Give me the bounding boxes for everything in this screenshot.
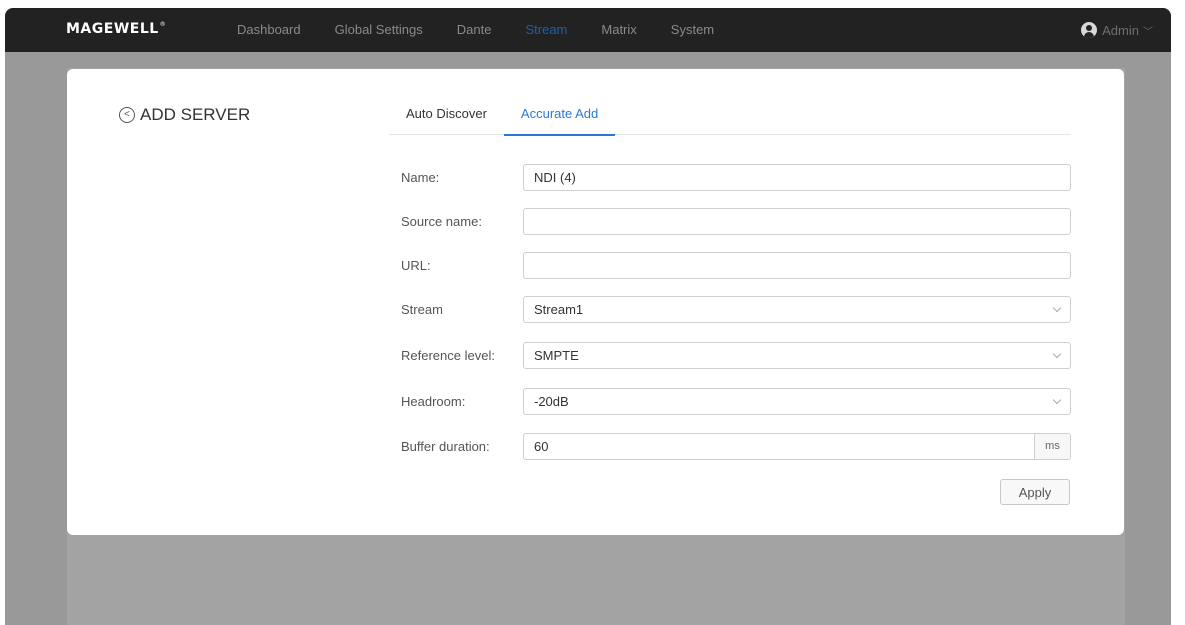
chevron-left-circle-icon: < — [119, 107, 135, 123]
nav-item-dante[interactable]: Dante — [457, 8, 492, 52]
user-icon — [1081, 22, 1098, 38]
headroom-label: Headroom: — [401, 393, 466, 409]
name-input[interactable] — [524, 164, 1070, 190]
buffer-duration-field-wrap: ms — [523, 432, 1071, 460]
nav-item-system[interactable]: System — [671, 8, 714, 52]
name-field-wrap — [523, 163, 1071, 191]
reference-level-select[interactable]: SMPTE — [523, 341, 1071, 369]
reference-level-label: Reference level: — [401, 347, 495, 363]
page-title: ADD SERVER — [140, 105, 251, 124]
stream-select-value: Stream1 — [534, 301, 584, 317]
source-name-label: Source name: — [401, 213, 482, 229]
source-name-input[interactable] — [524, 208, 1070, 234]
url-field-wrap — [523, 251, 1071, 279]
form-row-url: URL: — [401, 251, 1071, 279]
reference-level-select-value: SMPTE — [534, 347, 579, 363]
form-row-reference-level: Reference level: SMPTE — [401, 341, 1071, 369]
add-mode-tabs: Auto Discover Accurate Add — [389, 97, 1071, 136]
stream-select[interactable]: Stream1 — [523, 295, 1071, 323]
form-row-headroom: Headroom: -20dB — [401, 387, 1071, 415]
main-nav: Dashboard Global Settings Dante Stream M… — [237, 8, 748, 52]
chevron-down-icon: ﹀ — [1143, 26, 1153, 38]
form-row-name: Name: — [401, 163, 1071, 191]
source-name-field-wrap — [523, 207, 1071, 235]
nav-item-dashboard[interactable]: Dashboard — [237, 8, 301, 52]
add-server-dialog: < ADD SERVER Auto Discover Accurate Add … — [67, 69, 1124, 535]
url-input[interactable] — [524, 252, 1070, 278]
back-to-list[interactable]: < ADD SERVER — [119, 105, 250, 125]
form-row-source-name: Source name: — [401, 207, 1071, 235]
nav-item-stream[interactable]: Stream — [525, 8, 567, 52]
user-menu[interactable]: Admin ﹀ — [1081, 8, 1153, 52]
headroom-select[interactable]: -20dB — [523, 387, 1071, 415]
buffer-duration-unit: ms — [1034, 433, 1070, 459]
headroom-select-value: -20dB — [534, 393, 569, 409]
chevron-down-icon — [1052, 303, 1062, 312]
buffer-duration-label: Buffer duration: — [401, 438, 490, 454]
nav-item-global-settings[interactable]: Global Settings — [335, 8, 423, 52]
top-navigation-bar: MAGEWELL® Dashboard Global Settings Dant… — [5, 8, 1171, 52]
name-label: Name: — [401, 169, 440, 185]
form-row-buffer-duration: Buffer duration: ms — [401, 432, 1071, 460]
user-name: Admin — [1102, 22, 1139, 38]
tab-accurate-add[interactable]: Accurate Add — [503, 97, 616, 136]
tab-auto-discover[interactable]: Auto Discover — [389, 97, 504, 135]
chevron-down-icon — [1052, 349, 1062, 358]
magewell-logo[interactable]: MAGEWELL® — [66, 21, 166, 37]
stream-label: Stream — [401, 301, 443, 317]
url-label: URL: — [401, 257, 431, 273]
apply-button[interactable]: Apply — [1000, 479, 1070, 505]
form-row-stream: Stream Stream1 — [401, 295, 1071, 323]
buffer-duration-input[interactable] — [524, 433, 1070, 459]
nav-item-matrix[interactable]: Matrix — [601, 8, 636, 52]
chevron-down-icon — [1052, 395, 1062, 404]
